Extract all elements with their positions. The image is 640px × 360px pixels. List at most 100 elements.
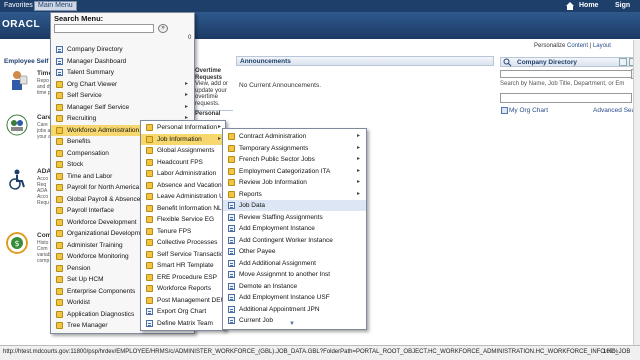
folder-icon	[146, 285, 153, 292]
page-icon	[228, 305, 235, 313]
directory-filter-box[interactable]	[500, 70, 632, 78]
menu-item-label: Absence and Vacation	[157, 181, 222, 189]
menu-item-move-assignmnt-to-another-inst[interactable]: Move Assignmnt to another Inst	[223, 269, 366, 280]
folder-icon	[56, 218, 63, 226]
company-directory-title: Company Directory	[500, 57, 638, 67]
menu-item-self-service[interactable]: Self Service ▸	[51, 90, 194, 101]
page-icon	[228, 294, 235, 301]
folder-icon	[146, 273, 153, 281]
folder-icon	[56, 161, 63, 168]
menu-item-label: Workforce Monitoring	[67, 253, 129, 260]
home-icon[interactable]	[566, 2, 574, 10]
menu-item-additional-appointment-jpn[interactable]: Additional Appointment JPN	[223, 304, 366, 315]
folder-icon	[56, 322, 63, 329]
advanced-search-link[interactable]: Advanced Sea	[593, 107, 635, 114]
search-menu-input[interactable]	[54, 24, 154, 33]
page-icon	[228, 271, 235, 278]
menu-item-job-information[interactable]: Job Information ▸	[141, 133, 225, 145]
folder-icon	[56, 92, 63, 99]
menu-item-employment-categorization-ita[interactable]: Employment Categorization ITA ▸	[223, 166, 366, 177]
menu-item-label: Leave Administration USF	[157, 193, 225, 200]
menu-item-post-management-deu[interactable]: Post Management DEU	[141, 295, 225, 306]
menu-item-label: Employment Categorization ITA	[239, 167, 331, 175]
page-icon	[56, 69, 63, 76]
menu-item-headcount-fps[interactable]: Headcount FPS	[141, 157, 225, 168]
menu-item-review-job-information[interactable]: Review Job Information ▸	[223, 177, 366, 188]
page-scrollbar[interactable]	[633, 40, 640, 345]
menu-item-manager-dashboard[interactable]: Manager Dashboard	[51, 56, 194, 67]
directory-search-input[interactable]	[500, 93, 632, 103]
personalize-links: Personalize Content | Layout	[534, 43, 611, 49]
menu-item-company-directory[interactable]: Company Directory	[51, 44, 194, 55]
my-org-chart-link[interactable]: My Org Chart	[509, 107, 548, 114]
folder-icon	[56, 103, 63, 111]
menu-item-label: Self Service Transactions	[157, 250, 225, 258]
menu-item-collective-processes[interactable]: Collective Processes	[141, 237, 225, 248]
menu-item-tenure-fps[interactable]: Tenure FPS	[141, 226, 225, 237]
folder-icon	[56, 299, 63, 306]
menu-item-label: Tree Manager	[67, 322, 108, 329]
menu-item-define-matrix-team[interactable]: Define Matrix Team	[141, 318, 225, 329]
favorites-menu[interactable]: Favorites	[1, 1, 36, 11]
menu-item-label: Global Assignments	[157, 147, 215, 154]
menu-item-manager-self-service[interactable]: Manager Self Service ▸	[51, 102, 194, 113]
browser-status-bar: http://htest.mdcourts.gov:11800/psp/hrde…	[0, 345, 640, 360]
menu-item-export-org-chart[interactable]: Export Org Chart	[141, 306, 225, 317]
folder-icon	[146, 296, 153, 304]
personalize-layout-link[interactable]: Layout	[593, 43, 611, 49]
menu-item-demote-an-instance[interactable]: Demote an Instance	[223, 281, 366, 292]
menu-item-temporary-assignments[interactable]: Temporary Assignments ▸	[223, 143, 366, 154]
menu-item-label: Add Employment Instance	[239, 225, 315, 232]
menu-item-label: Headcount FPS	[157, 158, 203, 166]
menu-item-label: Demote an Instance	[239, 282, 298, 290]
menu-item-reports[interactable]: Reports ▸	[223, 189, 366, 200]
folder-icon	[228, 190, 235, 198]
personalize-content-link[interactable]: Content	[567, 43, 588, 49]
search-go-button[interactable]: »	[158, 24, 168, 33]
personalize-separator: |	[589, 43, 592, 49]
menu-item-org-chart-viewer[interactable]: Org Chart Viewer ▸	[51, 79, 194, 90]
menu-item-label: Labor Administration	[157, 170, 217, 177]
menu-item-workforce-reports[interactable]: Workforce Reports	[141, 283, 225, 294]
pagelet-refresh-button[interactable]	[619, 58, 627, 66]
menu-item-add-contingent-worker-instance[interactable]: Add Contingent Worker Instance	[223, 235, 366, 246]
menu-item-labor-administration[interactable]: Labor Administration	[141, 168, 225, 179]
menu-item-add-additional-assignment[interactable]: Add Additional Assignment	[223, 258, 366, 269]
menu-item-label: Workforce Administration	[67, 126, 140, 134]
menu-item-job-data[interactable]: Job Data	[223, 200, 366, 211]
menu-item-label: Recruiting	[67, 115, 97, 122]
career-people-icon	[6, 114, 28, 136]
menu-item-contract-administration[interactable]: Contract Administration ▸	[223, 131, 366, 142]
menu-item-label: Talent Summary	[67, 69, 114, 76]
folder-icon	[56, 310, 63, 318]
folder-icon	[56, 230, 63, 237]
menu-scroll-down-icon[interactable]: ▼	[289, 321, 295, 327]
folder-icon	[56, 195, 63, 203]
menu-item-other-payee[interactable]: Other Payee	[223, 246, 366, 257]
menu-item-leave-administration-usf[interactable]: Leave Administration USF	[141, 191, 225, 202]
menu-item-add-employment-instance[interactable]: Add Employment Instance	[223, 223, 366, 234]
menu-item-ere-procedure-esp[interactable]: ERE Procedure ESP	[141, 272, 225, 283]
menu-item-review-staffing-assignments[interactable]: Review Staffing Assignments	[223, 212, 366, 223]
main-menu[interactable]: Main Menu	[34, 1, 77, 11]
menu-item-label: Tenure FPS	[157, 227, 192, 235]
overtime-pagelet[interactable]: Overtime Requests View, add or update yo…	[195, 68, 233, 118]
page-icon	[56, 57, 63, 65]
home-link[interactable]: Home	[576, 1, 601, 11]
menu-item-absence-and-vacation[interactable]: Absence and Vacation	[141, 180, 225, 191]
menu-item-french-public-sector-jobs[interactable]: French Public Sector Jobs ▸	[223, 154, 366, 165]
menu-item-label: Set Up HCM	[67, 276, 104, 283]
menu-item-benefit-information-nld[interactable]: Benefit Information NLD	[141, 203, 225, 214]
menu-item-talent-summary[interactable]: Talent Summary	[51, 67, 194, 78]
zoom-level[interactable]: 100%	[603, 349, 618, 355]
menu-item-add-employment-instance-usf[interactable]: Add Employment Instance USF	[223, 292, 366, 303]
folder-icon	[146, 135, 153, 143]
personal-link[interactable]: Personal	[195, 110, 233, 118]
menu-item-smart-hr-template[interactable]: Smart HR Template	[141, 260, 225, 271]
sign-out-link[interactable]: Sign	[612, 1, 633, 11]
menu-item-self-service-transactions[interactable]: Self Service Transactions	[141, 249, 225, 260]
menu-item-global-assignments[interactable]: Global Assignments	[141, 145, 225, 156]
menu-item-flexible-service-eg[interactable]: Flexible Service EG	[141, 214, 225, 225]
menu-item-personal-information[interactable]: Personal Information ▸	[141, 122, 225, 133]
menu-item-label: Time and Labor	[67, 172, 113, 180]
